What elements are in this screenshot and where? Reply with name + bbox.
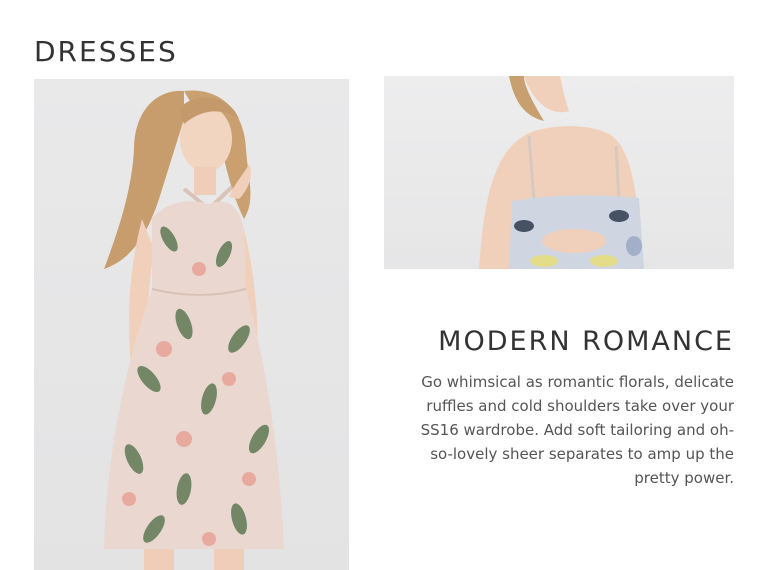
- feature-block: MODERN ROMANCE Go whimsical as romantic …: [414, 324, 734, 490]
- dress-photo-back[interactable]: [384, 76, 734, 269]
- feature-title: MODERN ROMANCE: [438, 326, 734, 357]
- dress-photo-main-illustration: [104, 90, 284, 570]
- dress-photo-main[interactable]: [34, 79, 349, 570]
- page-title: DRESSES: [34, 35, 178, 68]
- dress-photo-back-illustration: [479, 76, 644, 269]
- feature-description: Go whimsical as romantic florals, delica…: [420, 373, 734, 487]
